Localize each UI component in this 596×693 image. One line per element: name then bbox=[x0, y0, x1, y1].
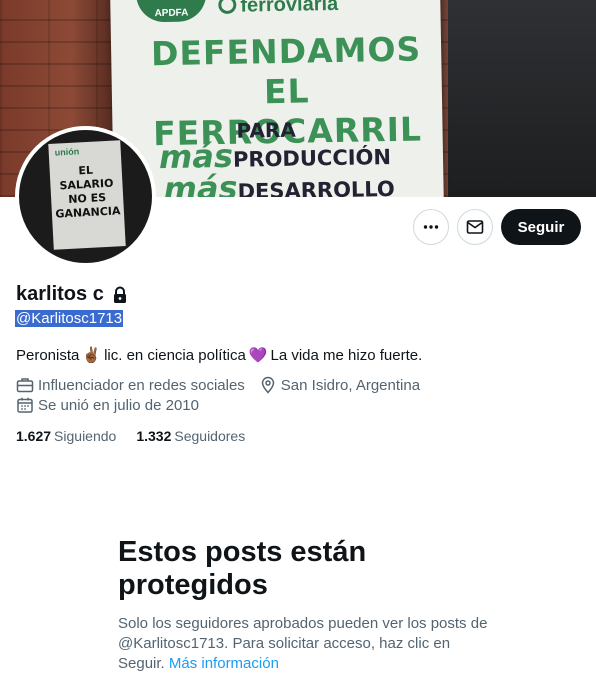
bio-part-1: Peronista bbox=[16, 346, 80, 364]
following-label: Siguiendo bbox=[54, 428, 117, 444]
victory-hand-emoji: ✌🏾 bbox=[82, 347, 102, 364]
profile-meta-row-2: Se unió en julio de 2010 bbox=[16, 396, 213, 414]
profile-name-text: karlitos c bbox=[16, 283, 104, 305]
banner-poster: APDFA ferroviaria DEFENDAMOS EL FERROCAR… bbox=[110, 0, 444, 197]
poster-headline-1: DEFENDAMOS bbox=[150, 29, 422, 74]
profile-meta-row-1: Influenciador en redes sociales San Isid… bbox=[16, 376, 434, 394]
followers-count: 1.332 bbox=[136, 428, 172, 444]
poster-brand-text: ferroviaria bbox=[240, 0, 339, 17]
poster-desarrollo: DESARROLLO bbox=[237, 176, 395, 197]
profile-location: San Isidro, Argentina bbox=[259, 376, 420, 394]
more-button[interactable] bbox=[413, 209, 449, 245]
avatar-sign-text: EL SALARIO NO ES GANANCIA bbox=[55, 163, 121, 221]
following-count: 1.627 bbox=[16, 428, 52, 444]
calendar-icon bbox=[17, 397, 33, 413]
poster-brand-icon bbox=[218, 0, 237, 15]
message-button[interactable] bbox=[457, 209, 493, 245]
following-link[interactable]: 1.627 Siguiendo bbox=[16, 428, 116, 444]
profile-joined-text: Se unió en julio de 2010 bbox=[38, 396, 199, 414]
follow-counts: 1.627 Siguiendo 1.332 Seguidores bbox=[16, 428, 265, 444]
mail-icon bbox=[466, 220, 484, 234]
bio-part-3: La vida me hizo fuerte. bbox=[270, 346, 423, 364]
profile-location-text: San Isidro, Argentina bbox=[280, 376, 421, 394]
protected-message: Solo los seguidores aprobados pueden ver… bbox=[118, 614, 488, 674]
profile-handle: @Karlitosc1713 bbox=[15, 310, 124, 327]
profile-category: Influenciador en redes sociales bbox=[16, 376, 245, 394]
protected-title: Estos posts están protegidos bbox=[118, 536, 367, 601]
more-icon bbox=[423, 225, 439, 229]
poster-logo: APDFA bbox=[136, 0, 207, 23]
poster-prefix-mas-2: más bbox=[163, 168, 238, 197]
profile-avatar[interactable]: unión EL SALARIO NO ES GANANCIA bbox=[15, 126, 156, 267]
banner-door bbox=[448, 0, 596, 197]
bio-part-2: lic. en ciencia política bbox=[104, 346, 246, 364]
briefcase-icon bbox=[16, 378, 34, 393]
avatar-sign: unión EL SALARIO NO ES GANANCIA bbox=[48, 140, 126, 250]
more-info-link[interactable]: Más información bbox=[169, 655, 279, 672]
profile-name: karlitos c bbox=[16, 283, 128, 306]
lock-icon bbox=[113, 286, 126, 303]
profile-category-text: Influenciador en redes sociales bbox=[38, 376, 245, 394]
follow-button[interactable]: Seguir bbox=[501, 209, 581, 245]
profile-bio: Peronista ✌🏾 lic. en ciencia política 💜 … bbox=[16, 346, 423, 365]
followers-link[interactable]: 1.332 Seguidores bbox=[136, 428, 245, 444]
purple-heart-emoji: 💜 bbox=[248, 347, 268, 364]
followers-label: Seguidores bbox=[174, 428, 246, 444]
poster-line-desarrollo: másDESARROLLO bbox=[163, 166, 395, 197]
profile-joined: Se unió en julio de 2010 bbox=[16, 396, 199, 414]
poster-brand: ferroviaria bbox=[218, 0, 338, 18]
location-pin-icon bbox=[261, 376, 275, 394]
